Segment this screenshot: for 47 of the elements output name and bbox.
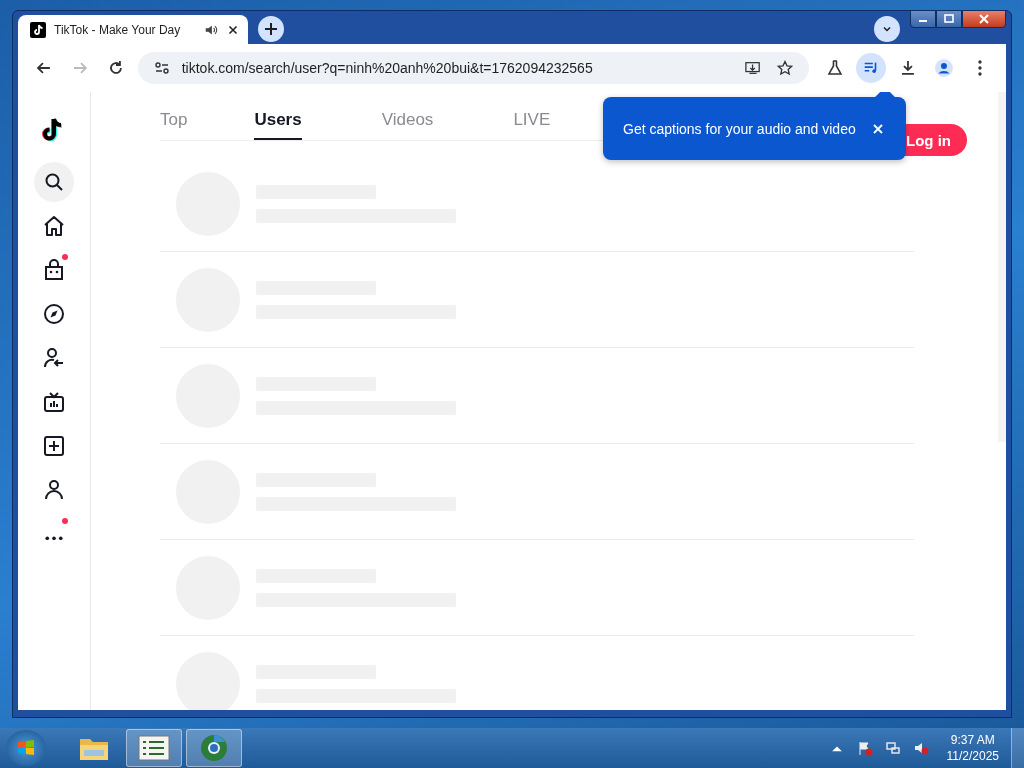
search-tab[interactable]: Videos <box>381 92 434 140</box>
shopping-bag-icon <box>42 258 66 282</box>
tv-icon <box>42 390 66 414</box>
list-app-icon[interactable] <box>126 729 182 767</box>
house-icon <box>42 214 66 238</box>
minimize-button[interactable] <box>910 10 936 28</box>
avatar-placeholder <box>176 651 240 710</box>
plus-icon <box>263 21 279 37</box>
browser-tab[interactable]: TikTok - Make Your Day <box>18 15 248 44</box>
person-arrow-icon <box>42 346 66 370</box>
media-controls-icon[interactable] <box>856 53 887 83</box>
maximize-button[interactable] <box>936 10 962 28</box>
close-icon[interactable] <box>871 122 884 135</box>
network-icon[interactable] <box>884 740 901 756</box>
tiktok-logo-icon <box>30 21 46 38</box>
tab-search-button[interactable] <box>874 16 900 42</box>
search-tab[interactable]: Users <box>254 92 302 140</box>
more-icon <box>45 535 63 541</box>
search-tab[interactable]: Top <box>160 92 188 140</box>
site-settings-icon[interactable] <box>153 60 170 76</box>
flag-error-icon[interactable] <box>856 740 873 756</box>
window-close-button[interactable] <box>962 10 1006 28</box>
star-icon[interactable] <box>776 60 793 76</box>
close-icon <box>978 14 990 24</box>
install-app-icon[interactable] <box>744 60 761 76</box>
person-icon <box>42 478 66 502</box>
url-text: tiktok.com/search/user?q=ninh%20anh%20bui&t=1762094232565 <box>181 60 593 76</box>
tab-title: TikTok - Make Your Day <box>54 22 182 37</box>
plus-square-icon <box>42 434 66 458</box>
speaker-muted-icon[interactable] <box>912 740 929 756</box>
notification-dot <box>62 254 68 260</box>
address-bar[interactable]: tiktok.com/search/user?q=ninh%20anh%20bui&t=1762094232565 <box>137 52 809 84</box>
compass-icon <box>42 302 66 326</box>
clock-time: 9:37 AM <box>950 732 995 748</box>
profile-avatar-icon[interactable] <box>934 58 955 78</box>
notification-dot <box>62 518 68 524</box>
search-tab[interactable]: LIVE <box>513 92 551 140</box>
scrollbar[interactable] <box>998 92 1006 442</box>
browser-app-icon[interactable] <box>186 729 242 767</box>
clock-date: 11/2/2025 <box>946 748 999 764</box>
start-button[interactable] <box>6 730 46 766</box>
search-button[interactable] <box>34 162 74 202</box>
clock[interactable]: 9:37 AM 11/2/2025 <box>946 732 999 764</box>
maximize-icon <box>943 14 955 24</box>
new-tab-button[interactable] <box>258 16 284 42</box>
tooltip-text: Get captions for your audio and video <box>623 120 856 137</box>
windows-logo-icon <box>16 738 36 758</box>
